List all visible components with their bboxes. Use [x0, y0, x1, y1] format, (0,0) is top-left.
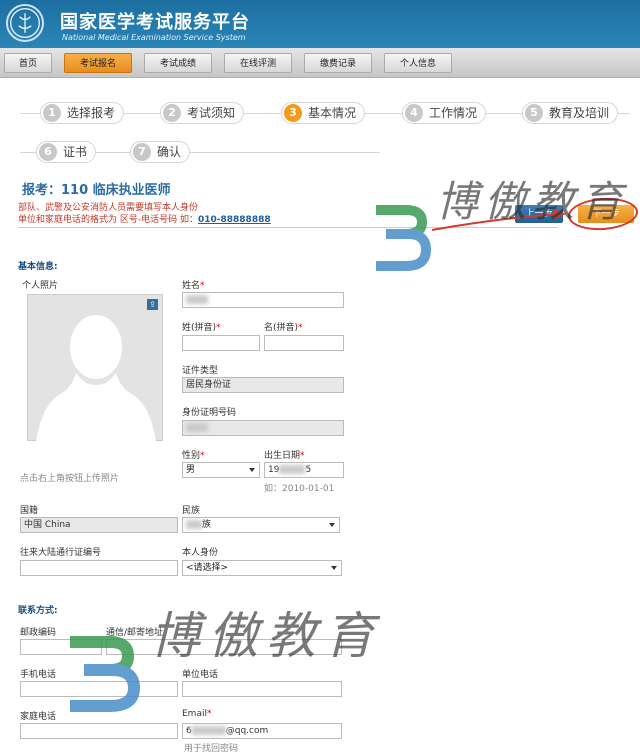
hkmo-permit-label: 往来大陆通行证编号: [20, 548, 102, 558]
identity-select[interactable]: <请选择>: [182, 560, 342, 576]
step-label: 基本情况: [308, 106, 357, 120]
nav-personal-info[interactable]: 个人信息: [384, 53, 452, 73]
main-nav: 首页 考试报名 考试成绩 在线评测 缴费记录 个人信息: [0, 48, 640, 78]
email-label: Email*: [182, 709, 212, 719]
step-label: 考试须知: [187, 106, 236, 120]
watermark-bottom: 博傲教育: [66, 596, 374, 729]
givenname-pinyin-input[interactable]: [264, 335, 344, 351]
email-hint: 用于找回密码: [184, 744, 239, 752]
name-input[interactable]: [182, 292, 344, 308]
phone-format-example: 010-88888888: [197, 215, 271, 225]
postcode-label: 邮政编码: [20, 628, 57, 638]
nav-exam-registration[interactable]: 考试报名: [64, 53, 132, 73]
ethnicity-select[interactable]: 族: [182, 517, 340, 533]
photo-label: 个人照片: [22, 281, 59, 291]
nav-exam-scores[interactable]: 考试成绩: [144, 53, 212, 73]
givenname-pinyin-label: 名(拼音)*: [264, 323, 303, 333]
id-number-label: 身份证明号码: [182, 408, 237, 418]
id-type-label: 证件类型: [182, 366, 219, 376]
surname-pinyin-input[interactable]: [182, 335, 260, 351]
contact-heading: 联系方式:: [18, 606, 58, 616]
gender-select[interactable]: 男: [182, 462, 260, 478]
nav-online-assessment[interactable]: 在线评测: [224, 53, 292, 73]
id-number-field: [182, 420, 344, 436]
step-3[interactable]: 3 基本情况: [281, 102, 366, 124]
basic-info-heading: 基本信息:: [18, 262, 58, 272]
ethnicity-label: 民族: [182, 506, 201, 516]
surname-pinyin-label: 姓(拼音)*: [182, 323, 221, 333]
mobile-label: 手机电话: [20, 670, 57, 680]
step-7[interactable]: 7 确认: [130, 141, 191, 163]
email-input[interactable]: 6 @qq.com: [182, 723, 342, 739]
home-phone-label: 家庭电话: [20, 712, 57, 722]
watermark-text: 博傲教育: [436, 177, 629, 226]
site-subtitle: National Medical Examination Service Sys…: [62, 33, 246, 42]
photo-placeholder: ⇪: [27, 294, 163, 442]
step-label: 选择报考: [67, 106, 116, 120]
photo-hint: 点击右上角按钮上传照片: [20, 474, 120, 484]
hkmo-permit-input[interactable]: [20, 560, 178, 576]
step-label: 工作情况: [429, 106, 478, 120]
site-header: 国家医学考试服务平台 National Medical Examination …: [0, 0, 640, 48]
nationality-field: 中国 China: [20, 517, 178, 533]
step-2[interactable]: 2 考试须知: [160, 102, 245, 124]
exam-title: 报考：110 临床执业医师: [22, 183, 171, 198]
chevron-down-icon: [331, 566, 337, 570]
nav-payment-records[interactable]: 缴费记录: [304, 53, 372, 73]
chevron-down-icon: [249, 468, 255, 472]
step-5[interactable]: 5 教育及培训: [522, 102, 619, 124]
logo-emblem-icon: [6, 4, 44, 42]
nationality-label: 国籍: [20, 506, 39, 516]
step-label: 确认: [157, 145, 182, 159]
name-label: 姓名*: [182, 281, 205, 291]
nav-home[interactable]: 首页: [4, 53, 52, 73]
work-phone-label: 单位电话: [182, 670, 219, 680]
identity-label: 本人身份: [182, 548, 219, 558]
notice-phone-format: 单位和家庭电话的格式为 区号-电话号码 如：010-88888888: [18, 215, 271, 225]
birth-date-input[interactable]: 19 5: [264, 462, 344, 478]
step-4[interactable]: 4 工作情况: [402, 102, 487, 124]
watermark-text: 博傲教育: [150, 607, 382, 665]
birth-date-hint: 如：2010-01-01: [264, 484, 335, 494]
work-phone-input[interactable]: [182, 681, 342, 697]
id-type-field: 居民身份证: [182, 377, 344, 393]
chevron-down-icon: [329, 523, 335, 527]
step-label: 教育及培训: [549, 106, 610, 120]
step-1[interactable]: 1 选择报考: [40, 102, 125, 124]
watermark-top: 博傲教育: [372, 150, 622, 283]
watermark-logo-icon: [70, 636, 141, 712]
step-label: 证书: [63, 145, 88, 159]
birth-date-label: 出生日期*: [264, 451, 305, 461]
site-title: 国家医学考试服务平台: [60, 12, 250, 33]
step-6[interactable]: 6 证书: [36, 141, 97, 163]
watermark-logo-icon: [376, 205, 432, 271]
upload-photo-icon[interactable]: ⇪: [147, 299, 158, 310]
gender-label: 性别*: [182, 451, 205, 461]
person-silhouette-icon: [36, 315, 156, 442]
